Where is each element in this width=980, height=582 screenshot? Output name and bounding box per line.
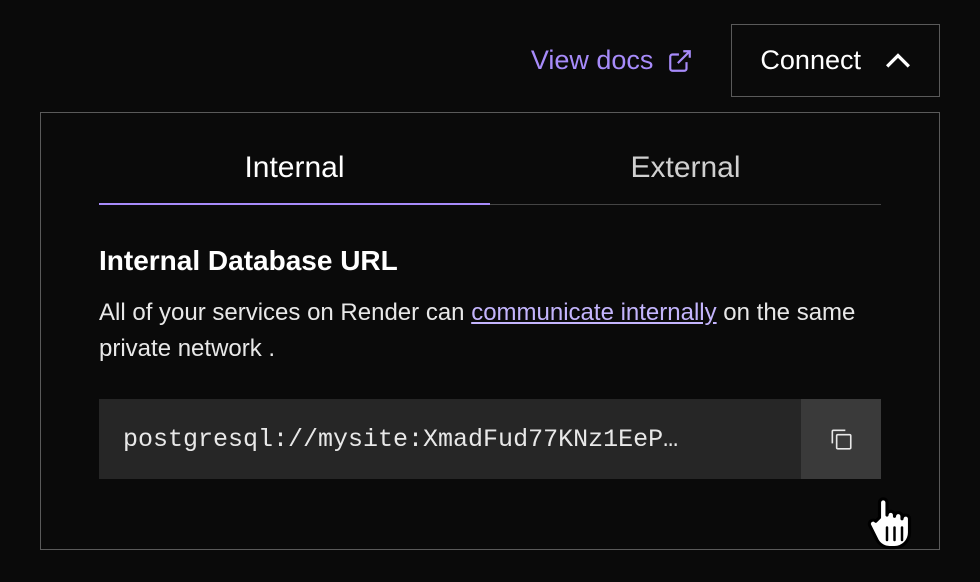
desc-before: All of your services on Render can [99,299,471,326]
chevron-up-icon [885,53,911,69]
section-title: Internal Database URL [99,245,881,277]
tab-internal[interactable]: Internal [99,151,490,205]
tabs: Internal External [99,151,881,205]
copy-button[interactable] [801,399,881,479]
tab-external[interactable]: External [490,151,881,205]
section-description: All of your services on Render can commu… [99,295,881,367]
view-docs-label: View docs [531,45,654,76]
external-link-icon [667,48,693,74]
database-url-field[interactable]: postgresql://mysite:XmadFud77KNz1EeP… [99,399,801,479]
connect-label: Connect [760,45,861,76]
copy-icon [828,426,854,452]
connect-panel: Internal External Internal Database URL … [40,112,940,550]
communicate-internally-link[interactable]: communicate internally [471,299,716,326]
url-row: postgresql://mysite:XmadFud77KNz1EeP… [99,399,881,479]
view-docs-link[interactable]: View docs [531,45,694,76]
connect-button[interactable]: Connect [731,24,940,97]
